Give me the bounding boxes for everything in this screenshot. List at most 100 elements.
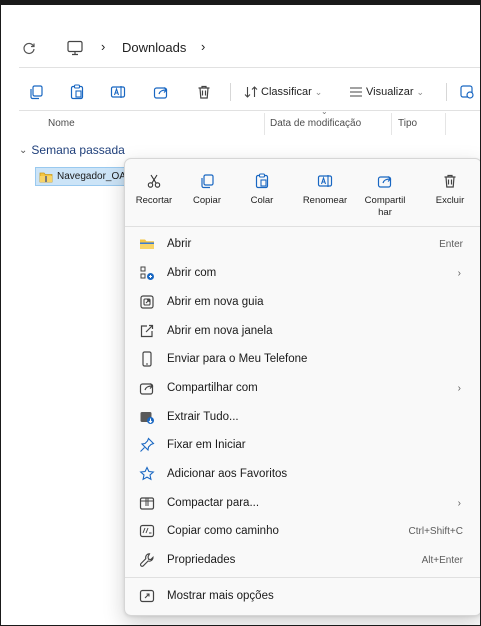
delete-button[interactable]: Excluir [425, 171, 475, 207]
submenu-arrow-icon: › [457, 497, 461, 509]
menu-item-send-to-phone[interactable]: Enviar para o Meu Telefone [125, 345, 480, 373]
menu-item-label: Fixar em Iniciar [167, 439, 246, 451]
cut-icon [146, 171, 162, 191]
paste-button[interactable]: Colar [237, 171, 287, 207]
open-with-icon [138, 264, 156, 282]
group-label: Semana passada [31, 143, 125, 157]
paste-label: Colar [250, 195, 274, 206]
menu-item-label: Propriedades [167, 554, 236, 566]
toolbar-separator [230, 83, 231, 101]
breadcrumb-separator-end[interactable]: › [201, 39, 205, 54]
share-icon [138, 379, 156, 397]
menu-item-label: Abrir com [167, 267, 217, 279]
rename-button[interactable]: Renomear [300, 171, 350, 207]
menu-item-label: Compartilhar com [167, 382, 258, 394]
rename-icon [317, 171, 333, 191]
chevron-down-icon: ⌄ [416, 86, 425, 97]
cut-label: Recortar [135, 195, 173, 206]
copy-icon [199, 171, 215, 191]
new-window-icon [138, 322, 156, 340]
new-tab-icon [138, 293, 156, 311]
filter-icon[interactable] [457, 82, 477, 102]
share-label: Compartil har [364, 195, 406, 218]
column-separator [445, 113, 446, 135]
view-label: Visualizar [366, 86, 414, 98]
divider [19, 67, 480, 68]
file-row[interactable]: Navegador_OA [35, 167, 127, 186]
menu-item-copy-path[interactable]: Copiar como caminho Ctrl+Shift+C [125, 517, 480, 545]
menu-item-shortcut: Ctrl+Shift+C [408, 525, 463, 537]
copy-label: Copiar [193, 195, 221, 206]
copy-icon[interactable] [26, 82, 46, 102]
share-button[interactable]: Compartil har [360, 171, 410, 219]
submenu-arrow-icon: › [457, 382, 461, 394]
menu-item-shortcut: Alt+Enter [421, 554, 463, 566]
copy-button[interactable]: Copiar [182, 171, 232, 207]
wrench-icon [138, 551, 156, 569]
share-icon [377, 171, 393, 191]
quick-actions-bar: Recortar Copiar Colar Renomear Compartil… [125, 159, 480, 227]
menu-item-label: Copiar como caminho [167, 525, 279, 537]
menu-separator [125, 577, 480, 578]
divider [19, 110, 480, 111]
zip-folder-icon [39, 172, 53, 182]
phone-icon [138, 350, 156, 368]
menu-item-extract-all[interactable]: Extrair Tudo... [125, 403, 480, 431]
window-frame: › Downloads › Classificar ⌄ Visualizar ⌄… [0, 0, 481, 626]
column-modified[interactable]: Data de modificação [270, 118, 361, 129]
delete-icon [442, 171, 458, 191]
more-options-icon [138, 587, 156, 605]
rename-icon[interactable] [108, 82, 128, 102]
pin-icon [138, 436, 156, 454]
sort-chevron-icon: ⌄ [321, 107, 328, 116]
rename-label: Renomear [302, 195, 348, 206]
delete-icon[interactable] [194, 82, 214, 102]
menu-item-label: Abrir em nova janela [167, 325, 273, 337]
context-menu: Recortar Copiar Colar Renomear Compartil… [124, 158, 480, 616]
menu-item-label: Enviar para o Meu Telefone [167, 353, 308, 365]
menu-item-compress[interactable]: Compactar para... › [125, 489, 480, 517]
menu-item-open[interactable]: Abrir Enter [125, 230, 480, 258]
menu-item-open-new-window[interactable]: Abrir em nova janela [125, 317, 480, 345]
menu-item-label: Adicionar aos Favoritos [167, 468, 288, 480]
menu-item-add-favorites[interactable]: Adicionar aos Favoritos [125, 460, 480, 488]
paste-icon[interactable] [67, 82, 87, 102]
share-icon[interactable] [151, 82, 171, 102]
toolbar-separator [446, 83, 447, 101]
file-name: Navegador_OA [57, 171, 126, 182]
column-name[interactable]: Nome [48, 118, 75, 129]
menu-item-pin-start[interactable]: Fixar em Iniciar [125, 431, 480, 459]
group-header[interactable]: ⌄ Semana passada [19, 143, 125, 157]
menu-item-open-with[interactable]: Abrir com › [125, 259, 480, 287]
breadcrumb-downloads[interactable]: Downloads [122, 40, 186, 55]
column-separator [264, 113, 265, 135]
view-icon [350, 87, 362, 97]
submenu-arrow-icon: › [457, 267, 461, 279]
computer-icon[interactable] [65, 38, 85, 58]
column-type[interactable]: Tipo [398, 118, 417, 129]
sort-button[interactable]: Classificar ⌄ [244, 86, 322, 98]
menu-item-label: Extrair Tudo... [167, 411, 239, 423]
menu-item-share-with[interactable]: Compartilhar com › [125, 374, 480, 402]
view-button[interactable]: Visualizar ⌄ [349, 86, 424, 98]
sort-label: Classificar [261, 86, 312, 98]
cut-button[interactable]: Recortar [129, 171, 179, 207]
compress-icon [138, 494, 156, 512]
paste-icon [254, 171, 270, 191]
menu-item-label: Abrir em nova guia [167, 296, 264, 308]
window-top-border [1, 1, 480, 5]
extract-icon [138, 408, 156, 426]
menu-item-label: Compactar para... [167, 497, 260, 509]
copy-path-icon [138, 522, 156, 540]
address-bar: › Downloads › [1, 31, 480, 65]
breadcrumb-separator: › [101, 39, 106, 54]
chevron-down-icon: ⌄ [314, 86, 323, 97]
folder-icon [138, 235, 156, 253]
sort-icon [244, 86, 258, 98]
menu-item-shortcut: Enter [439, 238, 463, 250]
column-separator [391, 113, 392, 135]
refresh-icon[interactable] [21, 40, 37, 56]
menu-item-open-new-tab[interactable]: Abrir em nova guia [125, 288, 480, 316]
menu-item-more-options[interactable]: Mostrar mais opções [125, 582, 480, 610]
menu-item-properties[interactable]: Propriedades Alt+Enter [125, 546, 480, 574]
